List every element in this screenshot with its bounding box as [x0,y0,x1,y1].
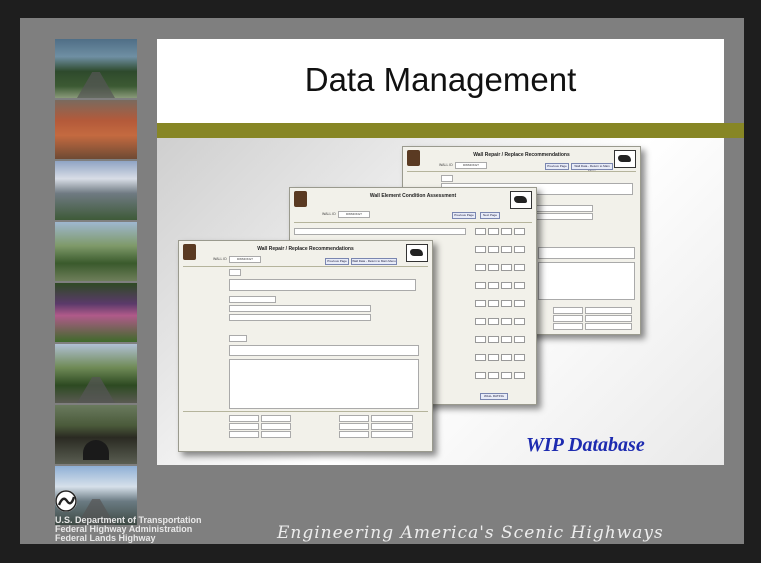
usa-map-icon [406,244,428,262]
accent-bar [157,123,744,138]
title-box: Data Management [157,39,724,123]
field[interactable] [261,431,291,438]
field[interactable] [229,279,416,291]
mountain-forest-road-photo [55,39,137,98]
wildflowers-photo [55,283,137,342]
wall-id-label: WALL ID [322,212,336,216]
field[interactable] [538,262,635,300]
photo-strip [55,39,137,525]
window-title: Wall Repair / Replace Recommendations [257,246,354,252]
field[interactable] [229,296,276,303]
field[interactable] [441,175,453,182]
slide-title: Data Management [304,61,577,98]
field[interactable] [229,314,371,321]
agency-name: U.S. Department of Transportation Federa… [55,516,202,543]
tagline: Engineering America's Scenic Highways [277,523,664,543]
dot-logo-icon [55,490,77,512]
usa-map-icon [510,191,532,209]
window-repair-recommendations-front: Wall Repair / Replace Recommendations WA… [178,240,433,452]
return-main-menu-button[interactable]: Wall Data - Return to Main Menu [571,163,613,173]
field[interactable] [229,415,259,422]
usa-map-icon [614,150,636,168]
field[interactable] [585,323,632,330]
previous-page-button[interactable]: Previous Page [545,163,569,170]
field[interactable] [553,315,583,322]
field[interactable] [371,415,413,422]
field[interactable] [538,247,635,259]
field[interactable] [229,269,241,276]
return-main-menu-button[interactable]: Wall Data - Return to Main Menu [351,258,397,265]
field[interactable] [229,431,259,438]
field[interactable] [229,345,419,356]
field[interactable] [229,423,259,430]
slide: Data Management Wall Repair / Replace Re… [20,18,744,544]
field[interactable] [585,315,632,322]
field[interactable] [371,431,413,438]
previous-page-button[interactable]: Previous Page [452,212,476,219]
field[interactable] [229,335,247,342]
next-page-button[interactable]: Next Page [480,212,500,219]
wip-database-caption: WIP Database [526,434,645,456]
tunnel-photo [55,405,137,464]
window-title: Wall Repair / Replace Recommendations [473,152,570,158]
previous-page-button[interactable]: Previous Page [325,258,349,265]
field[interactable] [229,359,419,409]
wall-id-field[interactable]: DWMOKGT [338,211,370,218]
field[interactable] [261,423,291,430]
field[interactable] [585,307,632,314]
field[interactable] [339,423,369,430]
winding-road-photo [55,344,137,403]
bridge-valley-photo [55,222,137,281]
field[interactable] [294,228,466,235]
wall-id-label: WALL ID [439,163,453,167]
wall-rating-button[interactable]: WALL RATING [480,393,508,400]
wall-id-field[interactable]: DWMOKGT [455,162,487,169]
snowy-peaks-photo [55,161,137,220]
red-rock-canyon-photo [55,100,137,159]
field[interactable] [229,305,371,312]
wall-id-label: WALL ID [213,257,227,261]
content-area: Wall Repair / Replace Recommendations WA… [157,138,724,465]
field[interactable] [339,415,369,422]
window-title: Wall Element Condition Assessment [369,193,457,199]
wall-id-field[interactable]: DWMOKGT [229,256,261,263]
field[interactable] [553,323,583,330]
field[interactable] [261,415,291,422]
field[interactable] [371,423,413,430]
agency-line-3: Federal Lands Highway [55,533,156,543]
field[interactable] [339,431,369,438]
field[interactable] [553,307,583,314]
